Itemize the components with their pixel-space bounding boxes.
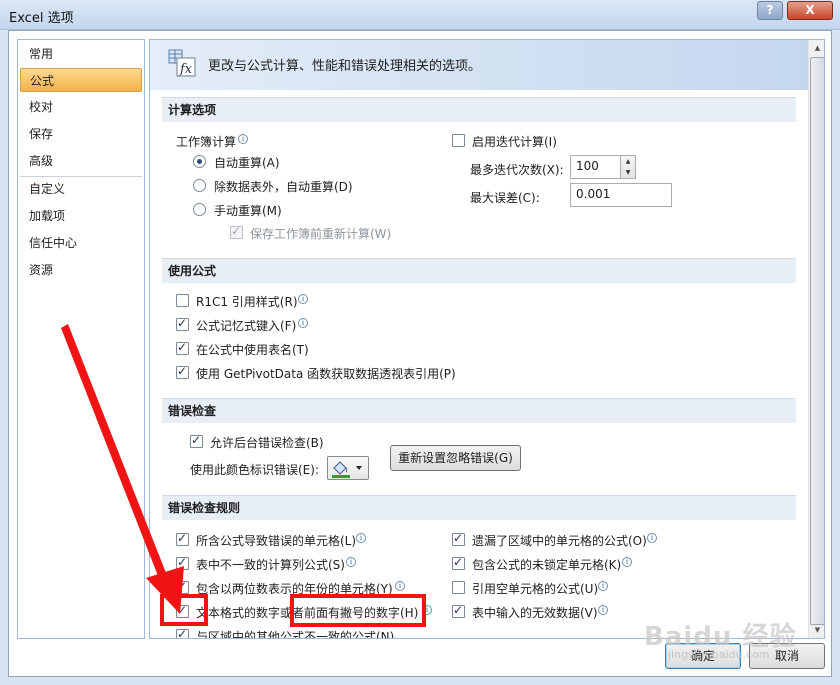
error-color-label: 使用此颜色标识错误(E): [190,463,319,477]
info-icon: i [598,581,608,591]
paint-bucket-icon [332,461,362,478]
formula-autocomplete-checkbox[interactable] [176,316,189,331]
nav-item-addins[interactable]: 加载项 [20,204,142,228]
rule-two-digit-year-checkbox[interactable] [176,579,189,594]
iterative-calc-label: 启用迭代计算(I) [472,135,557,149]
formula-autocomplete-label: 公式记忆式键入(F) [196,319,297,333]
max-iterations-label: 最多迭代次数(X): [470,163,564,177]
rule-unlocked-cells-label: 包含公式的未锁定单元格(K) [472,558,622,572]
rule-inconsistent-formula-label: 与区域中的其他公式不一致的公式(N) [196,630,395,639]
nav-item-advanced[interactable]: 高级 [20,149,142,173]
formulas-header: fx 更改与公式计算、性能和错误处理相关的选项。 [150,40,808,90]
rule-error-cells-label: 所含公式导致错误的单元格(L) [196,534,357,548]
info-icon: i [346,557,356,567]
nav-item-formulas[interactable]: 公式 [20,68,142,92]
getpivotdata-label: 使用 GetPivotData 函数获取数据透视表引用(P) [196,367,456,381]
rule-omitted-cells-label: 遗漏了区域中的单元格的公式(O) [472,534,647,548]
background-error-checking-checkbox[interactable] [190,433,203,448]
table-names-label: 在公式中使用表名(T) [196,343,309,357]
calc-options-heading: 计算选项 [162,97,796,122]
rule-unlocked-cells-checkbox[interactable] [452,555,465,570]
header-description: 更改与公式计算、性能和错误处理相关的选项。 [208,59,482,74]
working-formulas-heading: 使用公式 [162,258,796,283]
scroll-up-icon[interactable]: ▲ [810,40,824,56]
error-checking-heading: 错误检查 [162,398,796,423]
info-icon: i [298,294,308,304]
content-scrollbar[interactable]: ▲ ▼ [808,40,824,638]
radio-auto-except-tables-label: 除数据表外，自动重算(D) [214,180,353,194]
spin-up-icon[interactable]: ▲ [621,156,635,167]
max-change-input[interactable]: 0.001 [570,183,672,207]
info-icon: i [356,533,366,543]
nav-item-trust-center[interactable]: 信任中心 [20,231,142,255]
nav-item-proofing[interactable]: 校对 [20,95,142,119]
nav-item-general[interactable]: 常用 [20,42,142,66]
highlight-box-checkbox [160,594,208,626]
iterative-calc-checkbox[interactable] [452,134,465,147]
baidu-watermark-url: jingyan.baidu.com [668,648,770,661]
r1c1-label: R1C1 引用样式(R) [196,295,298,309]
radio-manual-calc[interactable] [193,203,206,216]
r1c1-checkbox[interactable] [176,294,189,307]
getpivotdata-checkbox[interactable] [176,364,189,379]
rule-inconsistent-column-checkbox[interactable] [176,555,189,570]
rule-invalid-data-checkbox[interactable] [452,603,465,618]
close-button[interactable]: X [787,1,833,20]
rule-empty-cells-checkbox[interactable] [452,581,465,594]
info-icon: i [598,605,608,615]
title-bar: Excel 选项 ? X [0,0,840,30]
options-nav: 常用 公式 校对 保存 高级 自定义 加载项 信任中心 资源 [17,39,145,639]
error-rules-heading: 错误检查规则 [162,495,796,520]
info-icon: i [298,318,308,328]
radio-manual-calc-label: 手动重算(M) [214,204,282,218]
workbook-calc-label: 工作簿计算 [176,135,237,149]
background-error-checking-label: 允许后台错误检查(B) [210,436,324,450]
nav-item-resources[interactable]: 资源 [20,258,142,282]
rule-inconsistent-column-label: 表中不一致的计算列公式(S) [196,558,345,572]
info-icon: i [647,533,657,543]
radio-auto-except-tables[interactable] [193,179,206,192]
max-change-label: 最大误差(C): [470,191,540,205]
info-icon: i [238,134,248,144]
rule-omitted-cells-checkbox[interactable] [452,531,465,546]
options-content: fx 更改与公式计算、性能和错误处理相关的选项。 计算选项 工作簿计算 i 自动… [149,39,825,639]
spin-down-icon[interactable]: ▼ [621,167,635,178]
rule-inconsistent-formula-checkbox[interactable] [176,627,189,638]
rule-empty-cells-label: 引用空单元格的公式(U) [472,582,599,596]
error-color-picker[interactable] [327,456,369,480]
recalc-before-save-checkbox[interactable] [230,224,243,239]
max-iterations-input[interactable]: 100 [570,155,622,179]
info-icon: i [622,557,632,567]
nav-item-save[interactable]: 保存 [20,122,142,146]
radio-auto-calc-label: 自动重算(A) [214,156,280,170]
table-names-checkbox[interactable] [176,340,189,355]
info-icon: i [395,581,405,591]
rule-error-cells-checkbox[interactable] [176,531,189,546]
highlight-box-label [290,594,426,627]
svg-text:fx: fx [179,62,193,77]
reset-ignored-errors-button[interactable]: 重新设置忽略错误(G) [390,445,521,471]
scroll-thumb[interactable] [810,57,824,625]
help-button[interactable]: ? [757,1,783,20]
max-iterations-spinner[interactable]: ▲ ▼ [620,155,636,179]
formula-fx-icon: fx [168,49,196,77]
radio-auto-calc[interactable] [193,155,206,168]
rule-invalid-data-label: 表中输入的无效数据(V) [472,606,598,620]
recalc-before-save-label: 保存工作簿前重新计算(W) [250,227,392,241]
window-title: Excel 选项 [9,11,74,26]
scroll-down-icon[interactable]: ▼ [810,622,824,638]
nav-item-customize[interactable]: 自定义 [20,177,142,201]
dialog-client: 常用 公式 校对 保存 高级 自定义 加载项 信任中心 资源 fx 更改与公式计… [8,30,832,677]
